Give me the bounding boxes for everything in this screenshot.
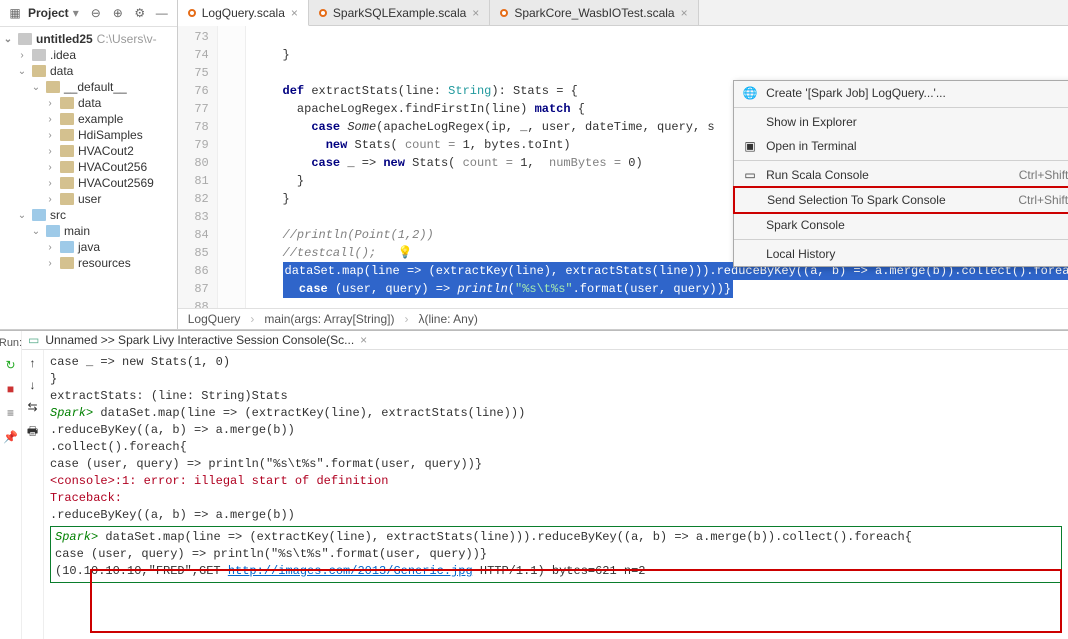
line-gutter: 73747576777879808182838485868788 [178, 26, 218, 308]
folder-icon [60, 177, 74, 189]
context-menu-item[interactable]: 🌐Create '[Spark Job] LogQuery...'... [734, 81, 1068, 105]
editor-tab[interactable]: SparkCore_WasbIOTest.scala× [490, 0, 698, 25]
pause-icon[interactable]: ≡ [3, 405, 19, 421]
folder-icon [18, 33, 32, 45]
dropdown-icon[interactable]: ▾ [73, 6, 79, 20]
sidebar-title: Project [28, 6, 69, 20]
run-panel: Run: ↻ ■ ≡ 📌 ▭ Unnamed >> Spark Livy Int… [0, 330, 1068, 639]
rerun-icon[interactable]: ↻ [3, 357, 19, 373]
close-icon[interactable]: × [291, 6, 298, 20]
tree-item[interactable]: ›HVACout256 [2, 159, 175, 175]
folder-icon [46, 225, 60, 237]
folder-icon [32, 209, 46, 221]
tree-item[interactable]: ›resources [2, 255, 175, 271]
folder-icon [60, 145, 74, 157]
context-menu-item[interactable]: Local History› [734, 242, 1068, 266]
context-menu-item[interactable]: ▣Open in Terminal [734, 134, 1068, 158]
pin-icon[interactable]: 📌 [3, 429, 19, 445]
context-menu-item[interactable]: Show in Explorer [734, 110, 1068, 134]
scala-icon [319, 9, 327, 17]
collapse-icon[interactable]: ⊖ [87, 4, 105, 22]
print-icon[interactable]: 🖶 [27, 422, 38, 443]
close-tab-icon[interactable]: × [360, 333, 367, 347]
project-tree[interactable]: ⌄ untitled25 C:\Users\v- ›.idea⌄data⌄__d… [0, 27, 177, 329]
tree-item[interactable]: ⌄__default__ [2, 79, 175, 95]
breadcrumb-item[interactable]: main(args: Array[String]) [264, 312, 394, 326]
globe-icon: 🌐 [742, 85, 758, 101]
url-link[interactable]: http://images.com/2013/Generic.jpg [228, 564, 473, 578]
project-sidebar: ▦ Project ▾ ⊖ ⊕ ⚙ — ⌄ untitled25 C:\User… [0, 0, 178, 329]
project-icon[interactable]: ▦ [6, 4, 24, 22]
console-output[interactable]: case _ => new Stats(1, 0) } extractStats… [44, 350, 1068, 639]
scala-icon [500, 9, 508, 17]
tree-item[interactable]: ›.idea [2, 47, 175, 63]
editor-tab[interactable]: SparkSQLExample.scala× [309, 0, 490, 25]
editor-area: LogQuery.scala×SparkSQLExample.scala×Spa… [178, 0, 1068, 329]
result-box: Spark> dataSet.map(line => (extractKey(l… [50, 526, 1062, 583]
folder-icon [60, 257, 74, 269]
hide-icon[interactable]: — [153, 4, 171, 22]
close-icon[interactable]: × [681, 6, 688, 20]
breadcrumb-item[interactable]: λ(line: Any) [418, 312, 477, 326]
run-outer-toolbar: Run: ↻ ■ ≡ 📌 [0, 331, 22, 639]
tree-item[interactable]: ›java [2, 239, 175, 255]
breadcrumb-item[interactable]: LogQuery [188, 312, 241, 326]
folder-icon [32, 49, 46, 61]
breadcrumb[interactable]: LogQuery› main(args: Array[String])› λ(l… [178, 308, 1068, 329]
context-menu-item[interactable]: Send Selection To Spark ConsoleCtrl+Shif… [733, 186, 1068, 214]
gutter-marks [218, 26, 246, 308]
tree-item[interactable]: ›HVACout2 [2, 143, 175, 159]
folder-icon [60, 241, 74, 253]
folder-icon [60, 161, 74, 173]
blank-icon [742, 217, 758, 233]
tree-item[interactable]: ⌄src [2, 207, 175, 223]
error-line: <console>:1: error: illegal start of def… [50, 473, 1062, 490]
up-icon[interactable]: ↑ [30, 356, 36, 370]
terminal-icon: ▣ [742, 138, 758, 154]
wrap-icon[interactable]: ⇆ [27, 400, 37, 414]
blank-icon [742, 246, 758, 262]
tree-item[interactable]: ›data [2, 95, 175, 111]
sidebar-header: ▦ Project ▾ ⊖ ⊕ ⚙ — [0, 0, 177, 27]
run-tab-label[interactable]: Unnamed >> Spark Livy Interactive Sessio… [45, 333, 354, 347]
folder-icon [46, 81, 60, 93]
target-icon[interactable]: ⊕ [109, 4, 127, 22]
bulb-icon[interactable]: 💡 [398, 246, 413, 260]
blank-icon [743, 192, 759, 208]
console-icon: ▭ [742, 167, 758, 183]
editor-tabs: LogQuery.scala×SparkSQLExample.scala×Spa… [178, 0, 1068, 26]
tree-item[interactable]: ›user [2, 191, 175, 207]
run-toolbar: ↑ ↓ ⇆ 🖶 [22, 350, 44, 639]
stop-icon[interactable]: ■ [3, 381, 19, 397]
tree-item[interactable]: ›example [2, 111, 175, 127]
run-label: Run: [0, 337, 22, 349]
folder-icon [60, 193, 74, 205]
console-icon: ▭ [28, 333, 39, 347]
tree-item[interactable]: ⌄main [2, 223, 175, 239]
run-tab-bar: ▭ Unnamed >> Spark Livy Interactive Sess… [22, 331, 1068, 350]
editor-tab[interactable]: LogQuery.scala× [178, 0, 309, 26]
folder-icon [60, 97, 74, 109]
context-menu: 🌐Create '[Spark Job] LogQuery...'... Show… [733, 80, 1068, 267]
folder-icon [60, 113, 74, 125]
tree-root[interactable]: ⌄ untitled25 C:\Users\v- [2, 31, 175, 47]
scala-icon [188, 9, 196, 17]
gear-icon[interactable]: ⚙ [131, 4, 149, 22]
selection-line-2: case (user, query) => println("%s\t%s".f… [283, 280, 734, 298]
context-menu-item[interactable]: ▭Run Scala ConsoleCtrl+Shift+D [734, 163, 1068, 187]
blank-icon [742, 114, 758, 130]
tree-item[interactable]: ›HdiSamples [2, 127, 175, 143]
context-menu-item[interactable]: Spark Console› [734, 213, 1068, 237]
folder-icon [32, 65, 46, 77]
down-icon[interactable]: ↓ [30, 378, 36, 392]
folder-icon [60, 129, 74, 141]
tree-item[interactable]: ⌄data [2, 63, 175, 79]
close-icon[interactable]: × [472, 6, 479, 20]
tree-item[interactable]: ›HVACout2569 [2, 175, 175, 191]
